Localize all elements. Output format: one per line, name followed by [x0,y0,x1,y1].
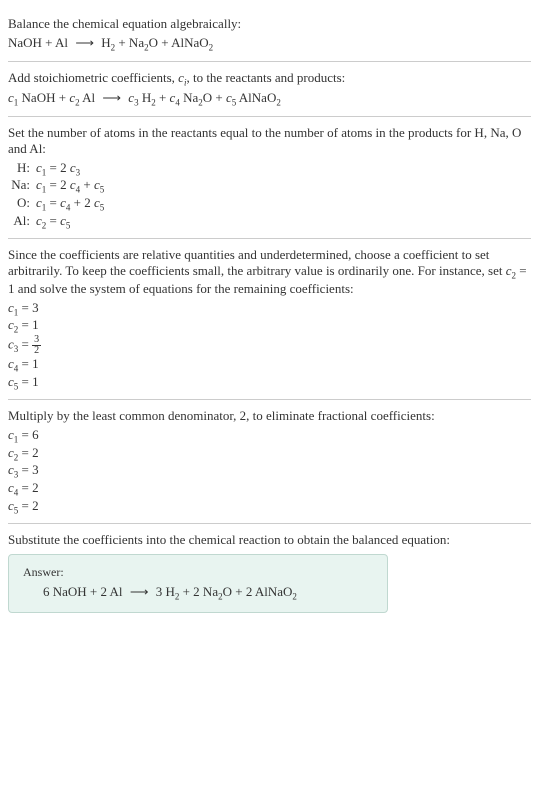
coeff-line: c4 = 2 [8,480,531,498]
answer-equation: 6 NaOH + 2 Al ⟶ 3 H2 + 2 Na2O + 2 AlNaO2 [23,584,373,602]
intro-text: Since the coefficients are relative quan… [8,247,531,297]
intro-text: Balance the chemical equation algebraica… [8,16,531,32]
element-eq: c1 = c4 + 2 c5 [36,195,104,213]
table-row: Na: c1 = 2 c4 + c5 [8,177,104,195]
element-eq: c1 = 2 c4 + c5 [36,177,104,195]
section-stoich: Add stoichiometric coefficients, ci, to … [8,62,531,117]
answer-box: Answer: 6 NaOH + 2 Al ⟶ 3 H2 + 2 Na2O + … [8,554,388,613]
intro-text: Set the number of atoms in the reactants… [8,125,531,157]
coeff-line: c2 = 2 [8,445,531,463]
element-label: Al: [8,213,36,231]
element-label: O: [8,195,36,213]
element-eq: c1 = 2 c3 [36,160,104,178]
equation: NaOH + Al ⟶ H2 + Na2O + AlNaO2 [8,35,531,53]
coeff-line: c1 = 3 [8,300,531,318]
intro-text: Add stoichiometric coefficients, ci, to … [8,70,531,88]
table-row: O: c1 = c4 + 2 c5 [8,195,104,213]
coeff-line: c3 = 32 [8,335,531,356]
coeff-line: c5 = 2 [8,498,531,516]
section-substitute: Substitute the coefficients into the che… [8,524,531,621]
coefficient-list: c1 = 6 c2 = 2 c3 = 3 c4 = 2 c5 = 2 [8,427,531,515]
element-eq: c2 = c5 [36,213,104,231]
coeff-line: c4 = 1 [8,356,531,374]
coeff-line: c1 = 6 [8,427,531,445]
section-multiply: Multiply by the least common denominator… [8,400,531,524]
section-solve: Since the coefficients are relative quan… [8,239,531,400]
section-atoms: Set the number of atoms in the reactants… [8,117,531,239]
table-row: H: c1 = 2 c3 [8,160,104,178]
element-label: H: [8,160,36,178]
coeff-line: c5 = 1 [8,374,531,392]
intro-text: Substitute the coefficients into the che… [8,532,531,548]
element-label: Na: [8,177,36,195]
coeff-line: c3 = 3 [8,462,531,480]
table-row: Al: c2 = c5 [8,213,104,231]
equation: c1 NaOH + c2 Al ⟶ c3 H2 + c4 Na2O + c5 A… [8,90,531,108]
section-balance: Balance the chemical equation algebraica… [8,8,531,62]
atom-equations: H: c1 = 2 c3 Na: c1 = 2 c4 + c5 O: c1 = … [8,160,104,230]
intro-text: Multiply by the least common denominator… [8,408,531,424]
coeff-line: c2 = 1 [8,317,531,335]
coefficient-list: c1 = 3 c2 = 1 c3 = 32 c4 = 1 c5 = 1 [8,300,531,391]
answer-label: Answer: [23,565,373,580]
